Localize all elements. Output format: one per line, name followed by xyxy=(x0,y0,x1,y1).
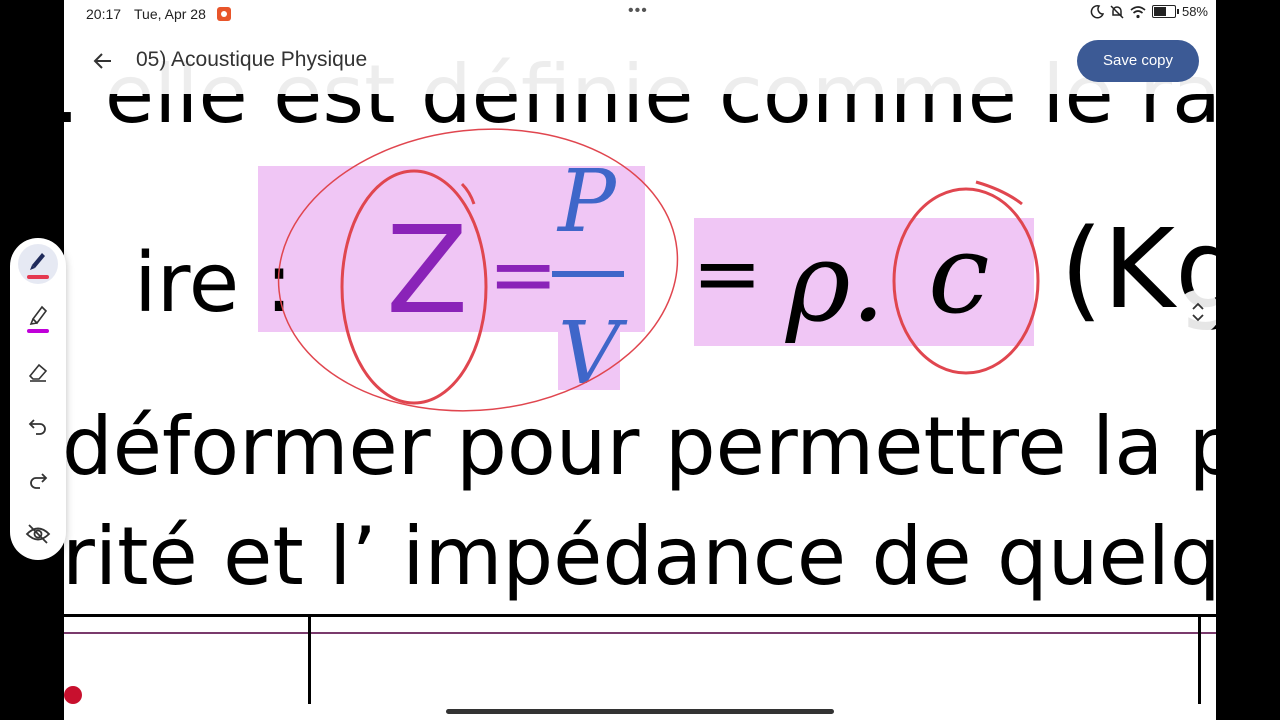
table-divider-2 xyxy=(1198,614,1201,704)
app-screen: . elle est définie comme le rapp ire : Z… xyxy=(64,0,1216,720)
wifi-icon xyxy=(1130,5,1146,18)
table-accent-line xyxy=(64,632,1216,634)
home-indicator[interactable] xyxy=(446,709,834,714)
annotation-toolbar xyxy=(10,238,66,560)
arrow-left-icon xyxy=(93,53,111,69)
pen-icon xyxy=(27,253,49,279)
highlighter-tool-button[interactable] xyxy=(18,298,58,338)
multitask-dots[interactable]: ••• xyxy=(628,2,648,20)
status-date: Tue, Apr 28 xyxy=(134,6,206,22)
battery-icon xyxy=(1151,5,1179,18)
fast-scroll-handle[interactable] xyxy=(1176,290,1216,334)
document-page[interactable]: . elle est définie comme le rapp ire : Z… xyxy=(64,0,1216,720)
ink-circle-z xyxy=(340,169,488,405)
table-top-border xyxy=(64,614,1216,617)
app-bar: 05) Acoustique Physique Save copy xyxy=(64,28,1216,94)
undo-icon xyxy=(28,419,46,435)
document-title: 05) Acoustique Physique xyxy=(136,48,368,71)
eraser-tool-button[interactable] xyxy=(18,352,58,392)
pen-tool-button[interactable] xyxy=(18,244,58,284)
back-button[interactable] xyxy=(88,46,118,76)
red-marker-dot xyxy=(64,686,82,704)
ink-annotations xyxy=(277,128,1040,412)
eraser-icon xyxy=(28,363,48,382)
status-bar: 20:17 Tue, Apr 28 ••• 58% xyxy=(64,0,1216,28)
screen-record-icon xyxy=(217,7,231,21)
redo-button[interactable] xyxy=(18,460,58,500)
battery-percent: 58% xyxy=(1181,4,1208,19)
hide-annotations-button[interactable] xyxy=(18,514,58,554)
bell-off-icon xyxy=(1110,4,1124,19)
status-time: 20:17 xyxy=(86,6,122,22)
highlighter-icon xyxy=(27,305,49,333)
undo-button[interactable] xyxy=(18,406,58,446)
eye-off-icon xyxy=(25,524,51,544)
ink-circle-c xyxy=(892,187,1040,375)
redo-icon xyxy=(30,473,48,489)
moon-icon xyxy=(1090,4,1104,18)
save-copy-button[interactable]: Save copy xyxy=(1077,40,1199,82)
chevron-up-down-icon xyxy=(1192,302,1204,322)
ink-large-ellipse xyxy=(277,128,679,412)
table-divider-1 xyxy=(308,614,311,704)
status-right-icons: 58% xyxy=(1090,4,1208,19)
